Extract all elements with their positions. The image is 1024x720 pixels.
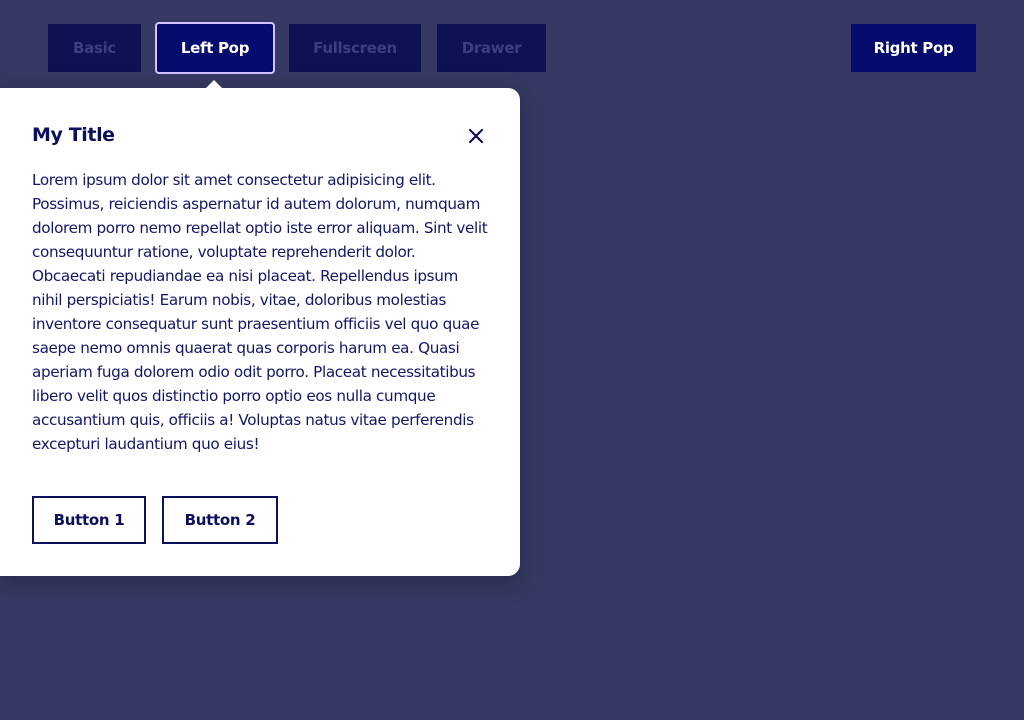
close-icon — [468, 128, 484, 144]
basic-button[interactable]: Basic — [48, 24, 141, 72]
fullscreen-button[interactable]: Fullscreen — [289, 24, 421, 72]
demo-toolbar: Basic Left Pop Fullscreen Drawer Right P… — [48, 22, 976, 74]
button-1[interactable]: Button 1 — [32, 496, 146, 544]
left-popover: My Title Lorem ipsum dolor sit amet cons… — [0, 80, 520, 576]
drawer-button[interactable]: Drawer — [437, 24, 546, 72]
close-button[interactable] — [462, 122, 490, 150]
right-pop-button[interactable]: Right Pop — [851, 24, 976, 72]
button-2[interactable]: Button 2 — [162, 496, 278, 544]
popover-body-text: Lorem ipsum dolor sit amet consectetur a… — [32, 171, 488, 453]
popover-title: My Title — [32, 124, 115, 146]
popover-arrow — [206, 80, 222, 88]
left-pop-button[interactable]: Left Pop — [155, 22, 275, 74]
